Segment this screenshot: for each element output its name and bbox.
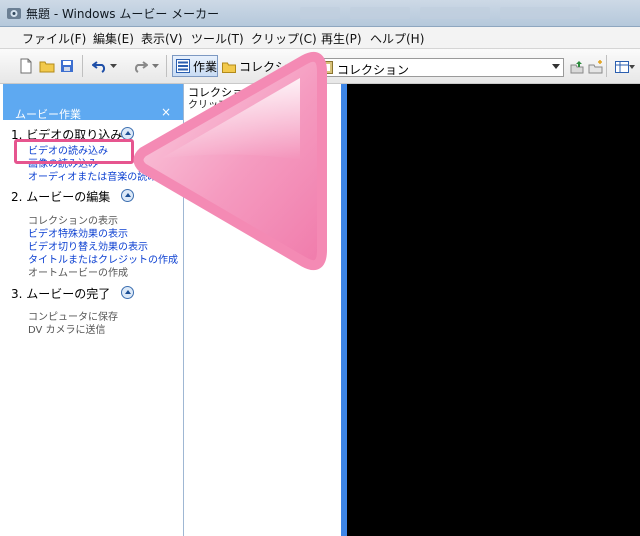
title-bar: 無題 - Windows ムービー メーカー bbox=[0, 0, 640, 27]
menu-view[interactable]: 表示(V) bbox=[141, 30, 183, 47]
chevron-down-icon bbox=[629, 65, 635, 69]
title-bar-blur bbox=[420, 7, 490, 19]
tasks-button-label: 作業 bbox=[193, 59, 218, 74]
menu-clip[interactable]: クリップ(C) bbox=[251, 30, 317, 47]
chevron-down-icon bbox=[151, 63, 159, 68]
link-automovie: オートムービーの作成 bbox=[28, 268, 128, 279]
save-button[interactable] bbox=[57, 56, 77, 76]
close-icon[interactable]: × bbox=[161, 105, 171, 119]
title-bar-blur bbox=[500, 7, 580, 19]
menu-file[interactable]: ファイル(F) bbox=[22, 30, 86, 47]
save-icon bbox=[61, 60, 73, 72]
undo-button[interactable] bbox=[90, 56, 110, 76]
collections-button-label: コレクショ bbox=[239, 60, 300, 74]
toolbar-separator bbox=[606, 55, 607, 77]
view-icon bbox=[615, 61, 629, 73]
collection-select[interactable]: コレクション bbox=[316, 58, 564, 77]
chevron-down-icon bbox=[552, 64, 560, 69]
up-button[interactable] bbox=[567, 57, 587, 77]
toolbar-separator bbox=[166, 55, 167, 77]
chevron-down-icon bbox=[109, 63, 117, 68]
redo-button[interactable] bbox=[130, 56, 150, 76]
collapse-icon[interactable] bbox=[121, 286, 134, 299]
menu-edit[interactable]: 編集(E) bbox=[93, 30, 134, 47]
menu-help[interactable]: ヘルプ(H) bbox=[370, 30, 424, 47]
title-bar-blur bbox=[350, 7, 410, 19]
link-import-audio[interactable]: オーディオまたは音楽の読み込み bbox=[28, 168, 177, 183]
section-edit-title[interactable]: 2. ムービーの編集 bbox=[11, 188, 110, 205]
redo-icon bbox=[134, 61, 148, 73]
open-button[interactable] bbox=[37, 56, 57, 76]
undo-dropdown[interactable] bbox=[108, 56, 118, 76]
menu-play[interactable]: 再生(P) bbox=[321, 30, 362, 47]
up-icon bbox=[570, 61, 584, 74]
collection-select-value: コレクション bbox=[337, 63, 410, 77]
link-send-to-dv: DV カメラに送信 bbox=[28, 325, 106, 336]
collection-pane-subtitle: クリップ bbox=[188, 100, 228, 111]
menu-bar: ファイル(F) 編集(E) 表示(V) ツール(T) クリップ(C) 再生(P)… bbox=[0, 27, 640, 49]
menu-tools[interactable]: ツール(T) bbox=[191, 30, 244, 47]
collapse-icon[interactable] bbox=[121, 189, 134, 202]
video-preview bbox=[347, 84, 640, 536]
highlight-box bbox=[14, 139, 134, 164]
open-icon bbox=[39, 61, 55, 73]
tasks-icon bbox=[176, 59, 190, 73]
undo-icon bbox=[92, 61, 106, 73]
task-pane-header: ムービー作業 × bbox=[3, 84, 183, 121]
section-finish-title[interactable]: 3. ムービーの完了 bbox=[11, 285, 110, 302]
new-icon bbox=[20, 58, 32, 74]
folder-icon bbox=[222, 62, 236, 73]
redo-dropdown[interactable] bbox=[150, 56, 160, 76]
new-folder-icon bbox=[588, 60, 603, 74]
window-title: 無題 - Windows ムービー メーカー bbox=[26, 7, 220, 21]
collection-icon bbox=[320, 61, 333, 74]
toolbar-separator bbox=[82, 55, 83, 77]
new-button[interactable] bbox=[16, 56, 36, 76]
collections-button[interactable]: コレクショ bbox=[222, 58, 299, 75]
title-bar-blur bbox=[300, 7, 340, 19]
tasks-button[interactable]: 作業 bbox=[172, 55, 218, 77]
task-pane-title: ムービー作業 bbox=[15, 108, 81, 121]
collection-pane: コレクション クリップ bbox=[184, 84, 341, 536]
view-button[interactable] bbox=[612, 57, 638, 77]
new-folder-button[interactable] bbox=[586, 57, 606, 77]
app-icon bbox=[7, 8, 21, 19]
